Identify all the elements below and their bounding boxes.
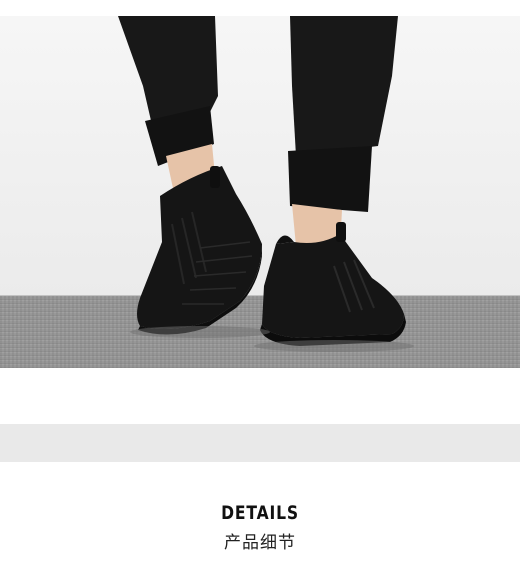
- product-detail-page: DETAILS 产品细节: [0, 0, 520, 567]
- details-section: DETAILS 产品细节: [0, 462, 520, 567]
- details-title: DETAILS: [221, 502, 299, 524]
- details-subtitle: 产品细节: [224, 533, 296, 553]
- sneakers-photo: [0, 16, 520, 368]
- product-photo-card: [0, 0, 520, 424]
